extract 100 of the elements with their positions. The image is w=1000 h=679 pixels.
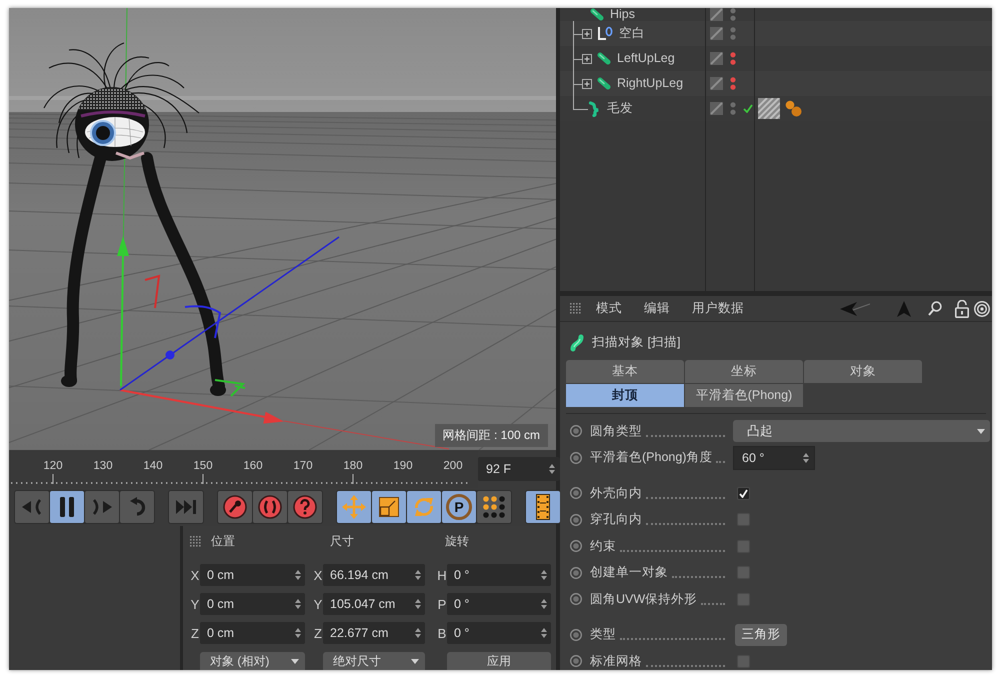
spinner-icon[interactable]: [295, 628, 301, 638]
ring-icon[interactable]: [570, 514, 582, 526]
3d-viewport[interactable]: 网格间距 : 100 cm: [9, 8, 556, 450]
menu-item[interactable]: 编辑: [644, 300, 670, 317]
dropdown[interactable]: 凸起: [733, 420, 990, 442]
ring-icon[interactable]: [570, 487, 582, 500]
parameter-label: 平滑着色(Phong)角度: [590, 449, 712, 466]
tab[interactable]: 平滑着色(Phong): [685, 384, 803, 407]
stacked-dots-icon[interactable]: [730, 8, 736, 21]
help-icon: [293, 495, 317, 519]
unlock-icon[interactable]: [955, 300, 969, 318]
grip-icon[interactable]: [570, 303, 581, 314]
tab[interactable]: 基本: [566, 360, 684, 383]
tab[interactable]: 坐标: [685, 360, 803, 383]
object-name[interactable]: LeftUpLeg: [617, 52, 675, 65]
pause-button[interactable]: [50, 491, 84, 523]
rotation-handle-icon[interactable]: [184, 305, 221, 338]
coordinate-field[interactable]: 66.194 cm: [323, 564, 425, 586]
spinner-icon[interactable]: [295, 570, 301, 580]
slashed-square-icon[interactable]: [710, 77, 723, 90]
spinner-icon[interactable]: [415, 599, 421, 609]
go-to-end-button[interactable]: [169, 491, 203, 523]
slashed-square-icon[interactable]: [710, 102, 723, 115]
loop-button[interactable]: [120, 491, 154, 523]
spinner-icon[interactable]: [415, 628, 421, 638]
spinner-icon[interactable]: [541, 628, 547, 638]
number-field[interactable]: 60 °: [733, 446, 815, 470]
search-icon[interactable]: [928, 301, 942, 316]
expand-icon[interactable]: [582, 54, 592, 64]
parameter-key-button[interactable]: P: [442, 491, 476, 523]
size-mode-dropdown[interactable]: 绝对尺寸: [323, 652, 425, 670]
timeline-button[interactable]: [526, 491, 560, 523]
record-key-button[interactable]: [218, 491, 252, 523]
spinner-icon[interactable]: [415, 570, 421, 580]
apply-button[interactable]: 应用: [447, 652, 551, 670]
y-axis-arrow[interactable]: [117, 236, 129, 386]
coordinate-field[interactable]: 0 °: [447, 564, 551, 586]
object-name[interactable]: RightUpLeg: [617, 77, 684, 90]
spinner-icon[interactable]: [295, 599, 301, 609]
stacked-dots-icon[interactable]: [730, 52, 736, 65]
menu-item[interactable]: 模式: [596, 300, 622, 317]
ring-icon[interactable]: [570, 566, 582, 579]
two-balls-icon[interactable]: [785, 100, 802, 117]
checkbox[interactable]: [737, 513, 750, 526]
coordinate-field[interactable]: 22.677 cm: [323, 622, 425, 644]
grip-icon[interactable]: [190, 536, 201, 546]
expand-icon[interactable]: [582, 28, 592, 38]
spinner-icon[interactable]: [549, 464, 555, 474]
frame-number: 170: [293, 459, 313, 473]
spinner-icon[interactable]: [541, 599, 547, 609]
stacked-dots-icon[interactable]: [730, 102, 736, 115]
coordinate-mode-dropdown[interactable]: 对象 (相对): [200, 652, 305, 670]
check-icon[interactable]: [743, 104, 753, 113]
checkbox[interactable]: [737, 654, 750, 668]
object-name[interactable]: Hips: [610, 8, 636, 21]
menu-item[interactable]: 用户数据: [692, 300, 744, 317]
ring-icon[interactable]: [570, 593, 582, 606]
scale-tool-button[interactable]: [372, 491, 406, 523]
target-icon[interactable]: [974, 300, 990, 316]
stacked-dots-icon[interactable]: [730, 27, 736, 40]
tab[interactable]: 对象: [804, 360, 922, 383]
coordinate-field[interactable]: 0 cm: [200, 564, 305, 586]
spinner-icon[interactable]: [541, 570, 547, 580]
option-button[interactable]: 三角形: [735, 624, 787, 646]
coordinate-field[interactable]: 0 °: [447, 593, 551, 615]
autokey-button[interactable]: [253, 491, 287, 523]
next-key-icon: [92, 499, 112, 515]
rotation-handle-icon[interactable]: [214, 379, 246, 397]
caret-icon[interactable]: [977, 428, 985, 434]
slashed-square-icon[interactable]: [710, 52, 723, 65]
coordinate-field[interactable]: 0 °: [447, 622, 551, 644]
stacked-dots-icon[interactable]: [730, 77, 736, 90]
caret-icon[interactable]: [411, 658, 419, 664]
ring-icon[interactable]: [570, 540, 582, 552]
expand-icon[interactable]: [582, 78, 592, 88]
ring-icon[interactable]: [570, 452, 582, 464]
help-button[interactable]: [288, 491, 322, 523]
spinner-icon[interactable]: [803, 452, 809, 463]
ring-icon[interactable]: [570, 425, 582, 438]
checkbox[interactable]: [737, 486, 750, 500]
object-name[interactable]: 毛发: [607, 102, 633, 115]
object-name[interactable]: 空白: [619, 27, 645, 40]
coordinate-field[interactable]: 0 cm: [200, 593, 305, 615]
z-axis-arrow[interactable]: [120, 236, 340, 391]
frame-field[interactable]: 92 F: [478, 457, 560, 481]
checkbox[interactable]: [737, 592, 750, 606]
slashed-square-icon[interactable]: [710, 8, 723, 21]
checkbox[interactable]: [737, 566, 750, 580]
back-arrow-icon[interactable]: [840, 302, 870, 316]
point-level-button[interactable]: [477, 491, 511, 523]
ring-icon[interactable]: [570, 628, 582, 641]
slashed-square-icon[interactable]: [710, 27, 723, 40]
checkbox[interactable]: [737, 540, 750, 553]
tab[interactable]: 封顶: [566, 384, 684, 407]
coordinate-field[interactable]: 0 cm: [200, 622, 305, 644]
striped-tile-icon[interactable]: [758, 98, 780, 119]
coordinate-field[interactable]: 105.047 cm: [323, 593, 425, 615]
caret-icon[interactable]: [291, 658, 299, 664]
rotation-handle-icon[interactable]: [144, 274, 160, 308]
ring-icon[interactable]: [570, 655, 582, 668]
